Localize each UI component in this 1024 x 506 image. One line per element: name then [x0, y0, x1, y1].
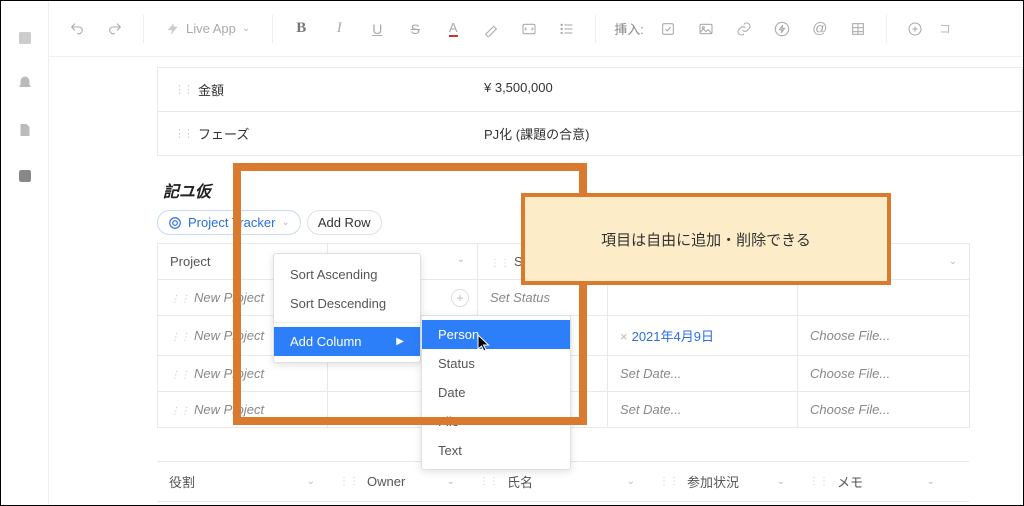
chevron-down-icon: ⌄: [307, 476, 315, 487]
insert-mention-button[interactable]: @: [806, 15, 834, 43]
project-tracker-label: Project Tracker: [188, 215, 275, 230]
undo-button[interactable]: [63, 15, 91, 43]
chevron-down-icon: ⌄: [457, 254, 465, 265]
plus-icon[interactable]: +: [451, 289, 469, 307]
column-header[interactable]: ⋮⋮氏名⌄: [467, 472, 647, 491]
underline-button[interactable]: U: [363, 15, 391, 43]
strikethrough-button[interactable]: S: [401, 15, 429, 43]
annotation-callout: 項目は自由に追加・削除できる: [521, 193, 891, 285]
redo-button[interactable]: [101, 15, 129, 43]
kv-key: 金額: [198, 80, 224, 99]
submenu-item-text[interactable]: Text: [422, 436, 570, 465]
column-header[interactable]: ⋮⋮メモ⌄: [797, 472, 947, 491]
insert-checkbox-button[interactable]: [654, 15, 682, 43]
column-header[interactable]: 役割⌄: [157, 472, 327, 491]
column-header[interactable]: ⋮⋮参加状況⌄: [647, 472, 797, 491]
clear-date-icon[interactable]: ×: [620, 329, 628, 344]
kv-value[interactable]: PJ化 (課題の合意): [468, 112, 1022, 155]
toolbar-trailing: コ: [939, 20, 951, 37]
add-row-button[interactable]: Add Row: [307, 210, 382, 235]
submenu-item-person[interactable]: Person: [422, 320, 570, 349]
file-cell[interactable]: Choose File...: [798, 392, 970, 428]
insert-plus-button[interactable]: [901, 15, 929, 43]
kv-table: ⋮⋮ 金額 ¥ 3,500,000 ⋮⋮ フェーズ PJ化 (課題の合意): [157, 67, 1023, 156]
file-cell[interactable]: Choose File...: [798, 356, 970, 392]
toolbar: Live App ⌄ B I U S A 挿入: @ コ: [49, 1, 1023, 57]
add-column-item[interactable]: Add Column▶: [274, 327, 420, 356]
date-cell[interactable]: Set Date...: [608, 392, 798, 428]
live-app-label: Live App: [186, 21, 236, 36]
chevron-down-icon: ⌄: [281, 217, 289, 228]
sort-descending-item[interactable]: Sort Descending: [274, 289, 420, 318]
project-cell[interactable]: ⋮⋮New Project: [158, 392, 328, 428]
list-button[interactable]: [553, 15, 581, 43]
bolt-icon: [166, 22, 180, 36]
insert-label: 挿入:: [614, 19, 644, 38]
sidebar-icon-4[interactable]: [16, 167, 34, 185]
target-icon: [168, 216, 182, 230]
drag-handle-icon: ⋮⋮: [490, 258, 510, 269]
file-cell[interactable]: Choose File...: [798, 316, 970, 356]
insert-image-button[interactable]: [692, 15, 720, 43]
submenu-item-file[interactable]: File: [422, 407, 570, 436]
sort-ascending-item[interactable]: Sort Ascending: [274, 260, 420, 289]
chevron-down-icon: ⌄: [777, 476, 785, 487]
date-cell[interactable]: ×2021年4月9日: [608, 316, 798, 356]
add-column-submenu: Person Status Date File Text: [421, 315, 571, 470]
chevron-down-icon: ⌄: [927, 476, 935, 487]
submenu-item-date[interactable]: Date: [422, 378, 570, 407]
chevron-down-icon: ⌄: [627, 476, 635, 487]
callout-text: 項目は自由に追加・削除できる: [601, 229, 811, 250]
kv-key: フェーズ: [198, 124, 249, 143]
project-tracker-chip[interactable]: Project Tracker ⌄: [157, 210, 301, 235]
chevron-down-icon: ⌄: [242, 23, 250, 34]
bell-icon[interactable]: [16, 75, 34, 93]
insert-link-button[interactable]: [730, 15, 758, 43]
date-cell[interactable]: Set Date...: [608, 356, 798, 392]
column-header[interactable]: ⋮⋮Owner⌄: [327, 472, 467, 491]
drag-handle-icon[interactable]: ⋮⋮: [174, 83, 192, 96]
cursor-icon: [477, 334, 491, 352]
kv-value[interactable]: ¥ 3,500,000: [468, 68, 1022, 111]
text-color-button[interactable]: A: [439, 15, 467, 43]
sidebar-icon-3[interactable]: [16, 121, 34, 139]
live-app-dropdown[interactable]: Live App ⌄: [158, 21, 258, 36]
chevron-down-icon: ⌄: [447, 476, 455, 487]
bold-button[interactable]: B: [287, 15, 315, 43]
submenu-item-status[interactable]: Status: [422, 349, 570, 378]
column-menu: Sort Ascending Sort Descending Add Colum…: [273, 253, 421, 363]
chevron-down-icon: ⌄: [949, 256, 957, 267]
sidebar-icon-1[interactable]: [16, 29, 34, 47]
add-row-label: Add Row: [318, 215, 371, 230]
italic-button[interactable]: I: [325, 15, 353, 43]
drag-handle-icon[interactable]: ⋮⋮: [174, 127, 192, 140]
highlight-button[interactable]: [477, 15, 505, 43]
triangle-right-icon: ▶: [396, 336, 404, 347]
code-button[interactable]: [515, 15, 543, 43]
insert-table-button[interactable]: [844, 15, 872, 43]
insert-bolt-button[interactable]: [768, 15, 796, 43]
